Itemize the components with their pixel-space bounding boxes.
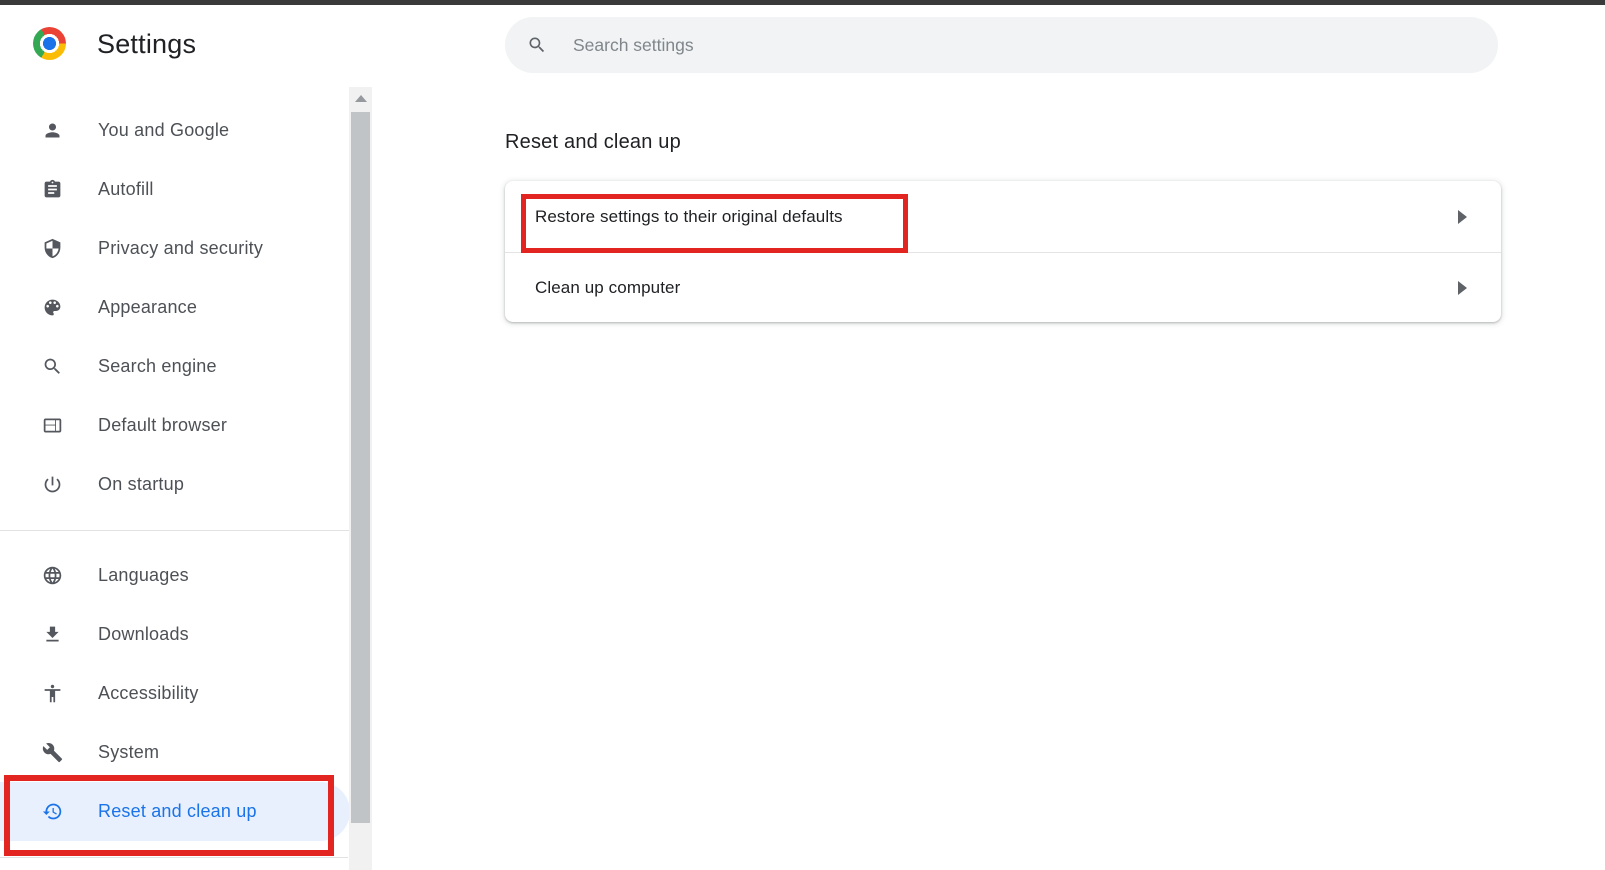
magnifier-icon: [44, 358, 60, 374]
sidebar-item-label: Privacy and security: [98, 238, 264, 258]
restore-settings-row[interactable]: Restore settings to their original defau…: [505, 181, 1501, 252]
palette-icon: [44, 299, 61, 316]
sidebar-item-label: Accessibility: [98, 683, 199, 703]
sidebar-item-accessibility[interactable]: Accessibility: [0, 664, 350, 723]
sidebar-nav: You and Google Autofill Privacy and secu…: [0, 101, 350, 841]
search-icon: [529, 37, 545, 53]
sidebar-divider: [0, 530, 350, 531]
wrench-icon: [42, 742, 63, 763]
autofill-clipboard-icon: [44, 179, 61, 198]
sidebar-scrollbar[interactable]: [349, 87, 372, 870]
accessibility-icon: [44, 684, 61, 703]
sidebar-item-on-startup[interactable]: On startup: [0, 455, 350, 514]
shield-icon: [44, 238, 61, 259]
page-title: Settings: [97, 29, 197, 59]
sidebar-item-default-browser[interactable]: Default browser: [0, 396, 350, 455]
sidebar-item-label: Default browser: [98, 415, 228, 435]
sidebar-item-reset-and-clean-up[interactable]: Reset and clean up: [0, 782, 350, 841]
person-icon: [45, 123, 60, 138]
section-title: Reset and clean up: [505, 131, 681, 153]
reset-and-clean-up-card: Restore settings to their original defau…: [505, 181, 1501, 322]
download-icon: [46, 626, 59, 642]
sidebar-item-label: On startup: [98, 474, 185, 494]
restore-clock-icon: [42, 803, 62, 820]
browser-window-icon: [43, 418, 62, 433]
sidebar-item-autofill[interactable]: Autofill: [0, 160, 350, 219]
chevron-right-icon: [1458, 280, 1467, 295]
power-icon: [44, 476, 61, 493]
sidebar-item-label: Reset and clean up: [98, 801, 257, 821]
sidebar-item-label: Autofill: [98, 179, 154, 199]
sidebar-item-system[interactable]: System: [0, 723, 350, 782]
search-input[interactable]: [573, 34, 1413, 56]
scrollbar-up-button[interactable]: [349, 87, 372, 109]
clean-up-computer-row[interactable]: Clean up computer: [505, 253, 1501, 322]
restore-settings-row-label: Restore settings to their original defau…: [535, 206, 843, 226]
sidebar-item-search-engine[interactable]: Search engine: [0, 337, 350, 396]
sidebar-item-label: You and Google: [98, 120, 230, 140]
chrome-logo-icon: [33, 27, 66, 60]
scrollbar-thumb[interactable]: [351, 112, 370, 823]
sidebar-item-downloads[interactable]: Downloads: [0, 605, 350, 664]
sidebar-item-label: Search engine: [98, 356, 217, 376]
search-bar[interactable]: [505, 17, 1498, 73]
sidebar-item-label: Downloads: [98, 624, 189, 644]
sidebar-item-label: Languages: [98, 565, 189, 585]
sidebar-item-appearance[interactable]: Appearance: [0, 278, 350, 337]
sidebar-item-label: System: [98, 742, 160, 762]
clean-up-computer-row-label: Clean up computer: [535, 277, 681, 297]
sidebar-item-label: Appearance: [98, 297, 198, 317]
sidebar-bottom-divider: [0, 857, 348, 858]
globe-icon: [43, 566, 62, 585]
sidebar-item-you-and-google[interactable]: You and Google: [0, 101, 350, 160]
sidebar-item-languages[interactable]: Languages: [0, 546, 350, 605]
window-top-edge: [0, 0, 1605, 5]
sidebar-item-privacy-and-security[interactable]: Privacy and security: [0, 219, 350, 278]
chevron-right-icon: [1458, 209, 1467, 224]
